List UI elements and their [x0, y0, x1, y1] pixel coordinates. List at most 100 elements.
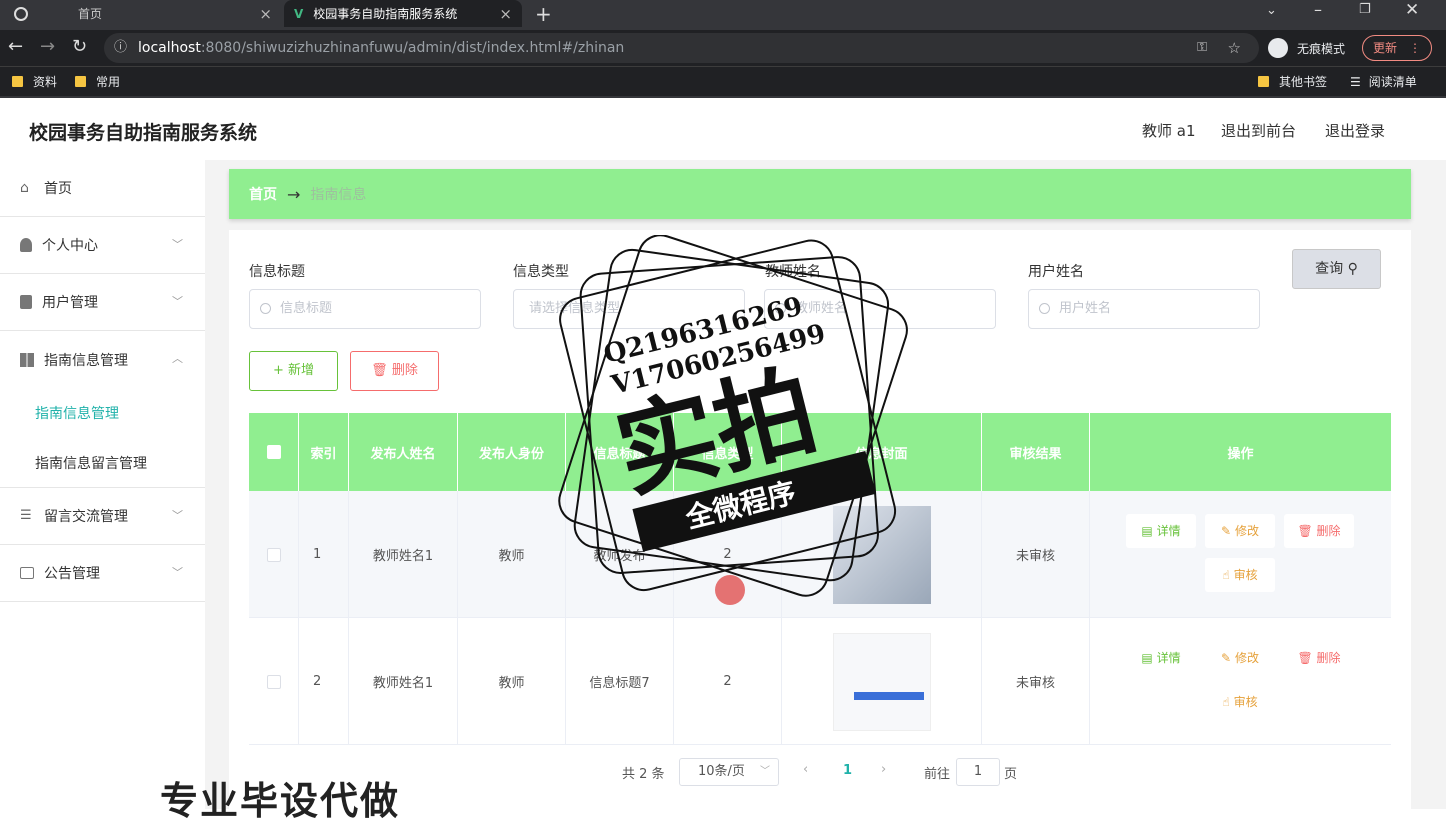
folder-icon: [12, 76, 23, 87]
sidebar-item-messages[interactable]: ☰ 留言交流管理 ﹀: [0, 488, 205, 545]
detail-button[interactable]: ▤ 详情: [1126, 641, 1196, 675]
next-page-icon[interactable]: ›: [881, 762, 886, 777]
sidebar-item-users[interactable]: 用户管理 ﹀: [0, 274, 205, 331]
col-role[interactable]: 发布人身份: [458, 413, 566, 491]
cell-role: 教师: [458, 618, 566, 745]
prev-page-icon[interactable]: ‹: [803, 762, 808, 777]
select-all-checkbox[interactable]: [266, 445, 281, 459]
delete-button[interactable]: 🗑 删除: [350, 351, 439, 391]
breadcrumb-home[interactable]: 首页: [249, 184, 277, 204]
cell-title: 教师发布: [566, 491, 674, 618]
audit-button[interactable]: ☝ 审核: [1205, 685, 1275, 719]
thumb-icon: ☝: [1222, 695, 1230, 709]
search-icon: [260, 303, 271, 314]
new-tab-icon[interactable]: +: [535, 2, 552, 26]
table-row: 2 教师姓名1 教师 信息标题7 2 未审核 ▤ 详情 ✎ 修改 🗑 删除 ☝ …: [249, 618, 1391, 745]
cell-status: 未审核: [982, 491, 1090, 618]
audit-button[interactable]: ☝ 审核: [1205, 558, 1275, 592]
home-icon: ⌂: [20, 180, 29, 196]
col-type[interactable]: 信息类型: [674, 413, 782, 491]
logout-link[interactable]: 退出登录: [1325, 120, 1385, 141]
app-title: 校园事务自助指南服务系统: [29, 122, 258, 144]
breadcrumb: 首页 → 指南信息: [229, 169, 1411, 219]
user-search-input[interactable]: 用户姓名: [1028, 289, 1260, 329]
bookmark-folder[interactable]: 常用: [75, 73, 120, 90]
globe-icon: [14, 6, 28, 21]
star-icon[interactable]: ☆: [1228, 33, 1241, 63]
search-icon: [775, 303, 786, 314]
reading-list[interactable]: ☰ 阅读清单: [1350, 73, 1417, 90]
teacher-search-input[interactable]: 教师姓名: [764, 289, 996, 329]
doc-icon: ▤: [1141, 651, 1153, 665]
sidebar-subitem-guide-manage[interactable]: 指南信息管理: [0, 388, 205, 438]
add-button[interactable]: + 新增: [249, 351, 338, 391]
edit-button[interactable]: ✎ 修改: [1205, 641, 1275, 675]
col-cover[interactable]: 信息封面: [782, 413, 982, 491]
edit-icon: ✎: [1221, 524, 1232, 538]
filter-teacher-label: 教师姓名: [765, 264, 821, 280]
reading-list-icon: ☰: [1350, 74, 1361, 89]
url-input[interactable]: ⓘ localhost:8080/shiwuzizhuzhinanfuwu/ad…: [104, 33, 1259, 63]
col-index[interactable]: 索引: [299, 413, 349, 491]
close-tab-icon[interactable]: ×: [499, 5, 512, 23]
app-header: 校园事务自助指南服务系统 教师 a1 退出到前台 退出登录: [0, 98, 1446, 160]
back-icon[interactable]: ←: [8, 36, 23, 58]
row-delete-button[interactable]: 🗑 删除: [1284, 641, 1354, 675]
col-name[interactable]: 发布人姓名: [349, 413, 458, 491]
reload-icon[interactable]: ↻: [72, 36, 87, 58]
sidebar-item-notices[interactable]: 公告管理 ﹀: [0, 545, 205, 602]
other-bookmarks[interactable]: 其他书签: [1258, 73, 1327, 90]
sidebar-item-personal[interactable]: 个人中心 ﹀: [0, 217, 205, 274]
row-checkbox[interactable]: [266, 674, 281, 689]
total-count: 共 2 条: [622, 767, 665, 782]
row-checkbox[interactable]: [266, 547, 281, 562]
vue-icon: V: [294, 6, 304, 21]
incognito-label[interactable]: 无痕模式: [1297, 40, 1345, 57]
chevron-down-icon: ﹀: [172, 295, 183, 308]
bookmarks-bar: 资料 常用 其他书签 ☰ 阅读清单: [0, 66, 1446, 96]
tab-home[interactable]: 首页 ×: [0, 0, 282, 27]
user-icon: [20, 238, 32, 252]
exit-front-link[interactable]: 退出到前台: [1221, 120, 1296, 141]
close-tab-icon[interactable]: ×: [259, 5, 272, 23]
key-icon[interactable]: ⚿: [1197, 33, 1207, 63]
sidebar-item-guide[interactable]: 指南信息管理 ︿: [0, 331, 205, 388]
restore-icon[interactable]: ❐: [1359, 2, 1371, 17]
trash-icon: 🗑: [1297, 651, 1313, 665]
col-title[interactable]: 信息标题: [566, 413, 674, 491]
detail-button[interactable]: ▤ 详情: [1126, 514, 1196, 548]
select-all-cell: [249, 413, 299, 491]
type-select[interactable]: 请选择信息类型: [513, 289, 745, 329]
cell-cover: [782, 618, 982, 745]
title-search-input[interactable]: 信息标题: [249, 289, 481, 329]
table-header: 索引 发布人姓名 发布人身份 信息标题 信息类型 信息封面 审核结果 操作: [249, 413, 1391, 491]
cover-image[interactable]: [832, 505, 931, 604]
forward-icon[interactable]: →: [40, 36, 55, 58]
cover-image[interactable]: [832, 632, 931, 731]
page-size-select[interactable]: 10条/页 ﹀: [679, 758, 779, 786]
goto-input[interactable]: 1: [956, 758, 1000, 786]
bookmark-folder[interactable]: 资料: [12, 73, 57, 90]
trash-icon: 🗑: [371, 363, 388, 378]
chevron-up-icon: ︿: [172, 352, 183, 365]
tab-system[interactable]: V 校园事务自助指南服务系统 ×: [284, 0, 522, 27]
filter-user-label: 用户姓名: [1028, 264, 1084, 280]
sliders-icon: ☰: [20, 508, 32, 523]
grid-icon: [20, 352, 34, 367]
col-status[interactable]: 审核结果: [982, 413, 1090, 491]
sidebar-subitem-guide-comments[interactable]: 指南信息留言管理: [0, 438, 205, 488]
minimize-icon[interactable]: –: [1314, 0, 1322, 19]
update-button[interactable]: 更新 ⋮: [1362, 35, 1432, 61]
user-label: 教师 a1: [1142, 122, 1196, 140]
close-window-icon[interactable]: ✕: [1405, 0, 1419, 20]
page-number[interactable]: 1: [843, 763, 852, 778]
tab-search-icon[interactable]: ⌄: [1266, 3, 1277, 18]
table-row: 1 教师姓名1 教师 教师发布 2 未审核 ▤ 详情 ✎ 修改 🗑 删除 ☝ 审…: [249, 491, 1391, 618]
sidebar-item-home[interactable]: ⌂ 首页: [0, 160, 205, 217]
filter-title-label: 信息标题: [249, 264, 305, 280]
trash-icon: 🗑: [1297, 524, 1313, 538]
folder-icon: [75, 76, 86, 87]
row-delete-button[interactable]: 🗑 删除: [1284, 514, 1354, 548]
edit-button[interactable]: ✎ 修改: [1205, 514, 1275, 548]
query-button[interactable]: 查询 ⚲: [1292, 249, 1381, 289]
